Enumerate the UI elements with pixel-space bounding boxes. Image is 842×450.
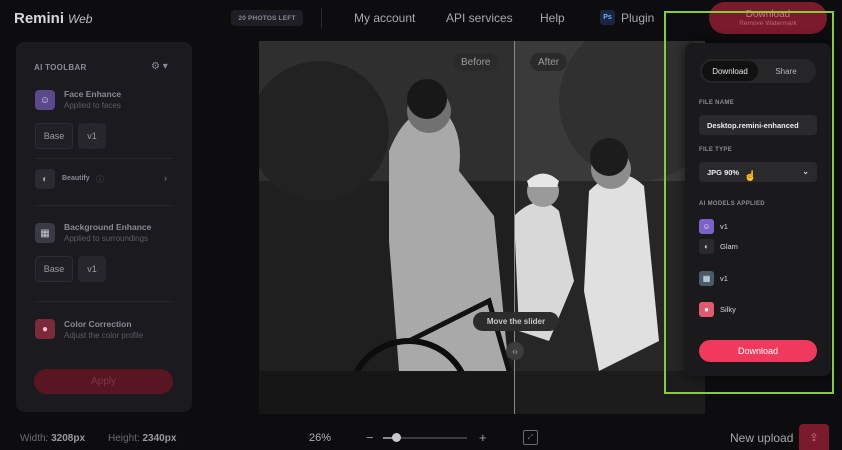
background-enhance-icon: ▦ — [35, 223, 55, 243]
header-divider — [321, 8, 322, 28]
photoshop-icon: Ps — [600, 10, 615, 25]
plugin-label: Plugin — [621, 10, 655, 25]
background-enhance-title: Background Enhance — [64, 222, 152, 232]
zoom-in-button[interactable]: + — [479, 430, 487, 445]
after-label: After — [530, 53, 568, 71]
plugin-link[interactable]: Ps Plugin — [600, 10, 654, 25]
info-icon[interactable]: ⓘ — [96, 174, 104, 185]
image-width: Width: 3208px — [20, 433, 86, 444]
chevron-right-icon[interactable]: › — [164, 173, 167, 183]
photo-canvas[interactable] — [259, 41, 705, 414]
face-enhance-title: Face Enhance — [64, 89, 122, 99]
image-height: Height: 2340px — [108, 433, 177, 444]
toolbar-divider — [34, 301, 174, 302]
face-enhance-icon: ☺ — [35, 90, 55, 110]
gear-icon[interactable]: ⚙ ▾ — [151, 61, 168, 72]
nav-api-services[interactable]: API services — [446, 11, 513, 25]
background-v1-button[interactable]: v1 — [78, 256, 106, 282]
move-slider-tooltip: Move the slider — [473, 312, 559, 331]
nav-my-account[interactable]: My account — [354, 11, 415, 25]
new-upload-link[interactable]: New upload — [730, 431, 793, 445]
toolbar-divider — [34, 158, 174, 159]
before-label: Before — [453, 53, 499, 71]
toolbar-divider — [34, 205, 174, 206]
color-correction-title: Color Correction — [64, 319, 132, 329]
face-enhance-subtitle: Applied to faces — [64, 101, 121, 110]
background-base-button[interactable]: Base — [35, 256, 73, 282]
face-v1-button[interactable]: v1 — [78, 123, 106, 149]
beautify-title[interactable]: Beautify — [62, 175, 90, 182]
app-logo[interactable]: Remini Web — [14, 10, 92, 27]
upload-icon[interactable]: ⇪ — [799, 424, 829, 450]
zoom-slider-knob[interactable] — [391, 433, 401, 442]
highlight-box — [664, 11, 834, 394]
color-correction-icon: ● — [35, 319, 55, 339]
nav-help[interactable]: Help — [540, 11, 565, 25]
ai-toolbar-title: AI TOOLBAR — [34, 63, 87, 72]
face-base-button[interactable]: Base — [35, 123, 73, 149]
apply-button[interactable]: Apply — [34, 369, 173, 394]
zoom-out-button[interactable]: − — [366, 430, 374, 445]
color-correction-subtitle: Adjust the color profile — [64, 331, 144, 340]
slider-handle-icon[interactable]: ‹› — [506, 342, 524, 360]
photos-left-badge: 20 PHOTOS LEFT — [231, 10, 303, 26]
background-enhance-subtitle: Applied to surroundings — [64, 234, 149, 243]
fit-screen-icon[interactable]: ⤢ — [523, 430, 538, 445]
zoom-level: 26% — [309, 432, 332, 444]
beautify-icon: ◐ — [35, 169, 55, 189]
